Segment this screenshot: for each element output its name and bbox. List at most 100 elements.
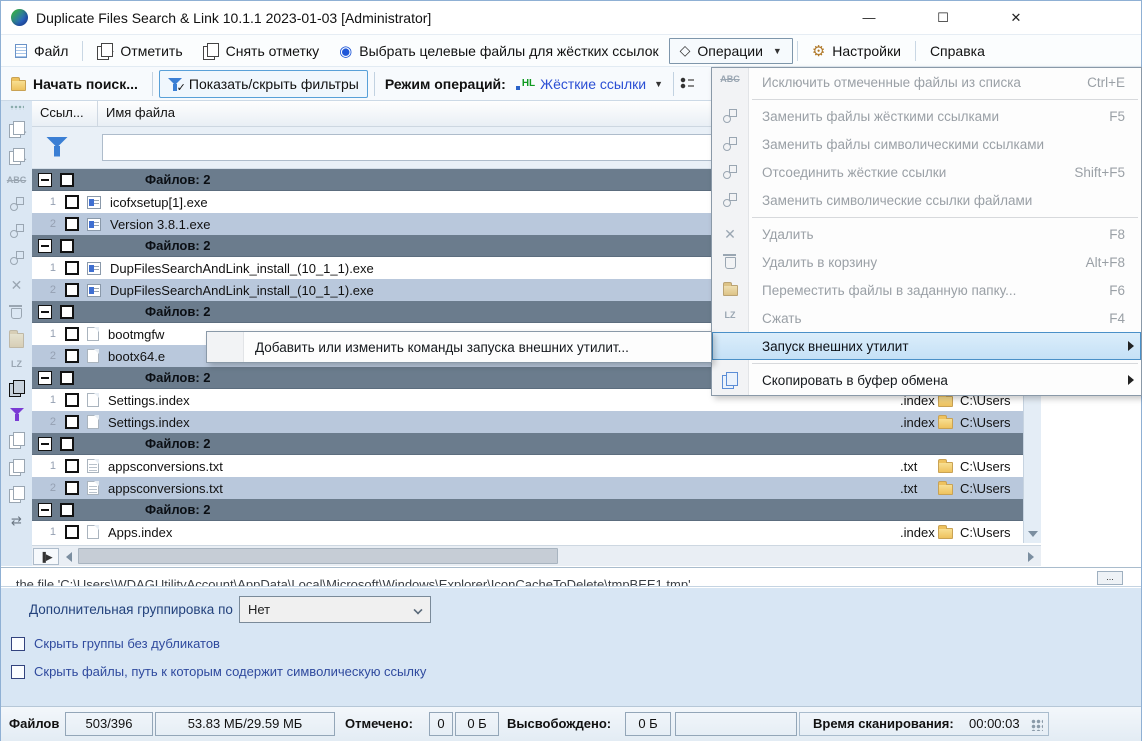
menu-help[interactable]: Справка bbox=[920, 38, 995, 64]
unmark-icon bbox=[202, 42, 219, 60]
scrollbar-thumb[interactable] bbox=[78, 548, 558, 564]
file-row[interactable]: 2 appsconversions.txt .txt C:\Users bbox=[32, 477, 1023, 499]
group-checkbox[interactable] bbox=[60, 304, 74, 319]
row-checkbox[interactable] bbox=[65, 525, 79, 539]
close-button[interactable]: ✕ bbox=[996, 1, 1036, 34]
collapse-icon[interactable] bbox=[38, 370, 52, 385]
status-bar: Файлов 503/396 53.83 МБ/29.59 МБ Отмечен… bbox=[1, 706, 1141, 741]
horizontal-scrollbar[interactable]: ▐▶ bbox=[32, 545, 1041, 566]
row-checkbox[interactable] bbox=[65, 459, 79, 473]
scroll-down-icon[interactable] bbox=[1028, 531, 1038, 537]
symlink-icon[interactable] bbox=[9, 223, 25, 239]
row-checkbox[interactable] bbox=[65, 327, 79, 341]
menu-item-replace-symlinks-with-files: Заменить символические ссылки файлами bbox=[712, 186, 1141, 214]
hardlink-badge-icon: HL bbox=[515, 78, 535, 90]
file-icon bbox=[87, 349, 99, 363]
unlink-hardlink-icon[interactable] bbox=[9, 250, 25, 266]
add-group-icon[interactable]: + bbox=[8, 121, 27, 139]
collapse-icon[interactable] bbox=[38, 172, 52, 187]
exe-file-icon bbox=[87, 217, 101, 231]
submenu-item-add-edit-commands[interactable]: Добавить или изменить команды запуска вн… bbox=[255, 340, 629, 355]
filter-funnel-icon[interactable] bbox=[46, 136, 68, 157]
scroll-left-icon[interactable] bbox=[66, 552, 72, 562]
menu-item-run-external-utils[interactable]: Запуск внешних утилит bbox=[712, 332, 1141, 360]
remove-group-icon[interactable]: − bbox=[8, 148, 27, 166]
mode-dropdown[interactable]: HL Жёсткие ссылки ▼ bbox=[512, 70, 667, 98]
group-header[interactable]: Файлов: 2 bbox=[32, 499, 1023, 521]
group-checkbox[interactable] bbox=[60, 238, 74, 253]
file-icon bbox=[87, 393, 99, 407]
group-stack-icon[interactable] bbox=[8, 380, 25, 397]
checkbox[interactable] bbox=[11, 636, 25, 651]
menu-operations[interactable]: ◇ Операции ▼ bbox=[668, 37, 793, 64]
group-checkbox[interactable] bbox=[60, 436, 74, 451]
group-header[interactable]: Файлов: 2 bbox=[32, 433, 1023, 455]
maximize-button[interactable]: ☐ bbox=[923, 1, 963, 34]
recycle-bin-icon[interactable] bbox=[9, 305, 22, 319]
grouping-select[interactable]: Нет bbox=[239, 596, 431, 623]
hide-symlink-files-checkbox[interactable]: Скрыть файлы, путь к которым содержит си… bbox=[11, 664, 426, 679]
start-search-button[interactable]: Начать поиск... bbox=[3, 70, 146, 98]
row-checkbox[interactable] bbox=[65, 415, 79, 429]
separator bbox=[373, 71, 375, 96]
menu-item-compress: LZ Сжать F4 bbox=[712, 304, 1141, 332]
collapse-icon[interactable] bbox=[38, 304, 52, 319]
row-checkbox[interactable] bbox=[65, 393, 79, 407]
splitter-button[interactable]: ▐▶ bbox=[33, 548, 59, 565]
freed-size: 0 Б bbox=[625, 712, 671, 736]
menu-settings[interactable]: ⚙ Настройки bbox=[802, 38, 911, 64]
menu-item-delete: ✕ Удалить F8 bbox=[712, 220, 1141, 248]
separator bbox=[673, 71, 675, 96]
hide-groups-checkbox[interactable]: Скрыть группы без дубликатов bbox=[11, 636, 220, 651]
menu-file[interactable]: Файл bbox=[5, 38, 78, 64]
file-row[interactable]: 1 Apps.index .index C:\Users bbox=[32, 521, 1023, 543]
filter-purple-icon[interactable] bbox=[9, 407, 24, 421]
collapse-icon[interactable] bbox=[38, 436, 52, 451]
mark-icon: ✓ bbox=[97, 42, 115, 60]
external-utils-submenu: Добавить или изменить команды запуска вн… bbox=[206, 331, 712, 363]
menu-select-targets[interactable]: ◉ Выбрать целевые файлы для жёстких ссыл… bbox=[329, 38, 668, 64]
stack-a-icon[interactable] bbox=[8, 432, 25, 449]
toggle-filters-button[interactable]: ✓ Показать/скрыть фильтры bbox=[158, 69, 368, 98]
file-row[interactable]: 1 appsconversions.txt .txt C:\Users bbox=[32, 455, 1023, 477]
collapse-icon[interactable] bbox=[38, 502, 52, 517]
options-panel: Дополнительная группировка по Нет Скрыть… bbox=[1, 588, 1141, 706]
row-checkbox[interactable] bbox=[65, 261, 79, 275]
row-checkbox[interactable] bbox=[65, 481, 79, 495]
exclude-marked-icon[interactable]: ABC bbox=[7, 175, 27, 185]
checkbox[interactable] bbox=[11, 664, 25, 679]
row-checkbox[interactable] bbox=[65, 195, 79, 209]
resize-grip[interactable] bbox=[1031, 719, 1043, 731]
group-checkbox[interactable] bbox=[60, 370, 74, 385]
file-row[interactable]: 2 Settings.index .index C:\Users bbox=[32, 411, 1023, 433]
compress-lz-icon[interactable]: LZ bbox=[11, 359, 22, 369]
minimize-button[interactable]: — bbox=[849, 1, 889, 34]
unlink-symlink-icon bbox=[722, 192, 738, 208]
collapse-icon[interactable] bbox=[38, 238, 52, 253]
menu-unmark[interactable]: Снять отметку bbox=[193, 38, 330, 64]
move-to-folder-icon[interactable] bbox=[9, 330, 24, 348]
chevron-down-icon: ▼ bbox=[654, 78, 664, 89]
hint-more-button[interactable]: ... bbox=[1097, 571, 1123, 585]
delete-icon[interactable]: ✕ bbox=[11, 277, 23, 294]
row-checkbox[interactable] bbox=[65, 217, 79, 231]
column-links[interactable]: Ссыл... bbox=[32, 101, 98, 126]
menu-item-detach-hardlinks: Отсоединить жёсткие ссылки Shift+F5 bbox=[712, 158, 1141, 186]
scroll-right-icon[interactable] bbox=[1028, 552, 1034, 562]
menu-mark[interactable]: ✓ Отметить bbox=[87, 38, 192, 64]
swap-boxes-icon[interactable]: ⇄ bbox=[11, 513, 22, 529]
menu-item-copy-to-clipboard[interactable]: Скопировать в буфер обмена bbox=[712, 366, 1141, 394]
separator bbox=[151, 71, 153, 96]
row-checkbox[interactable] bbox=[65, 283, 79, 297]
group-settings-icon[interactable] bbox=[680, 76, 695, 91]
group-checkbox[interactable] bbox=[60, 502, 74, 517]
menu-item-replace-symlinks: Заменить файлы символическими ссылками bbox=[712, 130, 1141, 158]
row-checkbox[interactable] bbox=[65, 349, 79, 363]
hardlink-icon[interactable] bbox=[9, 196, 25, 212]
operations-menu: ABC Исключить отмеченные файлы из списка… bbox=[711, 67, 1142, 396]
filter-icon: ✓ bbox=[167, 77, 186, 94]
drag-handle[interactable] bbox=[9, 105, 24, 110]
stack-b-icon[interactable] bbox=[8, 459, 25, 476]
group-checkbox[interactable] bbox=[60, 172, 74, 187]
stack-c-icon[interactable] bbox=[8, 486, 25, 503]
